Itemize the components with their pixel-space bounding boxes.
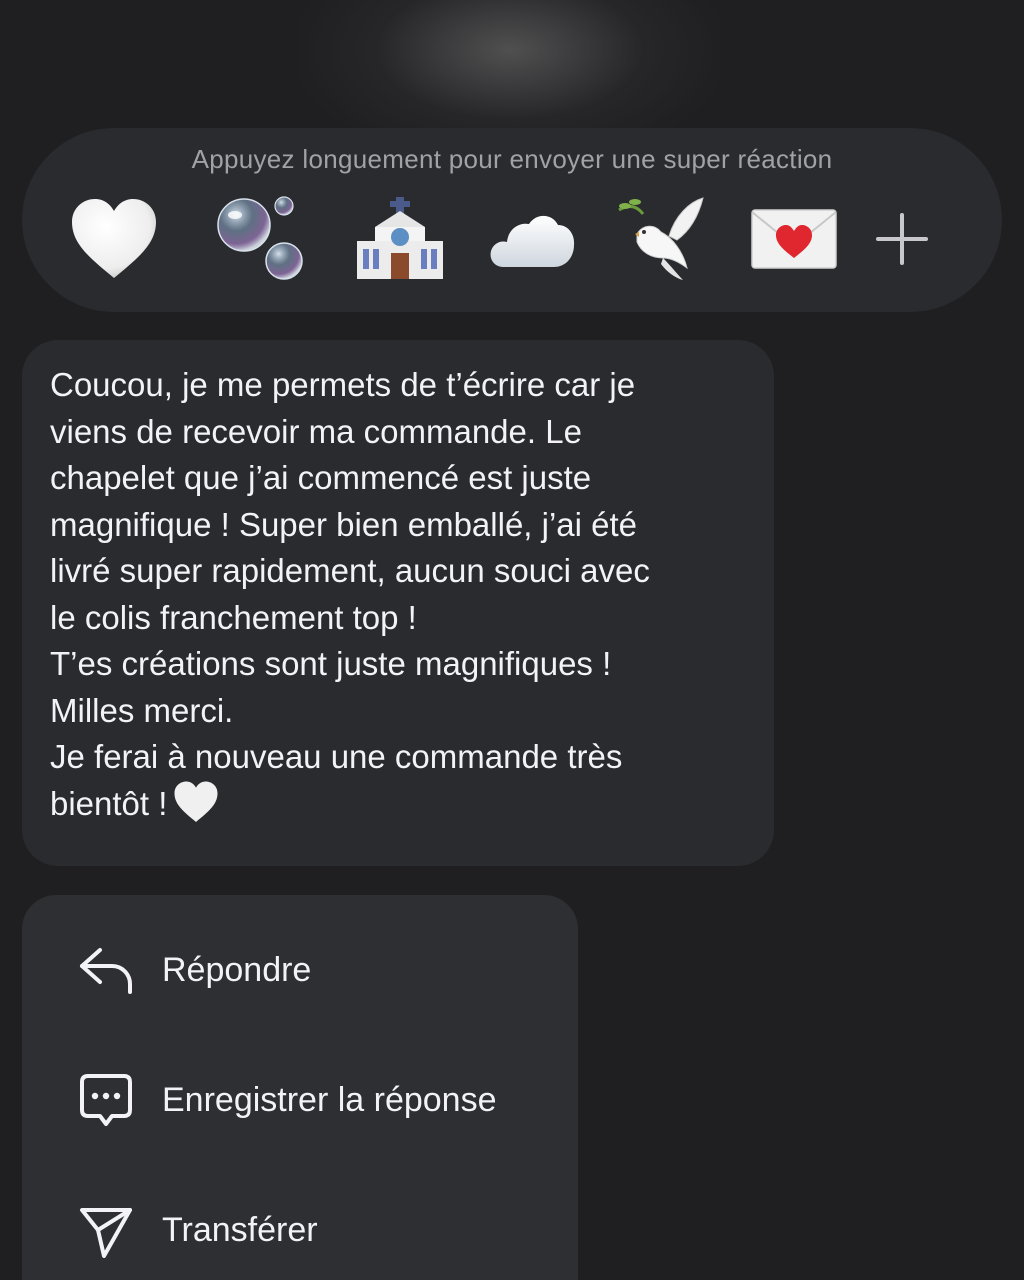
- saved-reply-label: Enregistrer la réponse: [162, 1080, 497, 1119]
- reply-icon: [78, 942, 134, 998]
- forward-menu-item[interactable]: Transférer: [22, 1175, 578, 1280]
- message-bubble[interactable]: Coucou, je me permets de t’écrire car je…: [22, 340, 774, 866]
- saved-reply-menu-item[interactable]: Enregistrer la réponse: [22, 1045, 578, 1155]
- message-text: Coucou, je me permets de t’écrire car je…: [50, 362, 760, 835]
- message-context-screen: Appuyez longuement pour envoyer une supe…: [0, 0, 1024, 1280]
- white-heart-emoji: [173, 781, 219, 836]
- plus-icon[interactable]: [852, 194, 952, 284]
- bubbles-emoji[interactable]: [210, 194, 310, 284]
- reaction-hint: Appuyez longuement pour envoyer une supe…: [191, 144, 833, 174]
- white-heart-emoji[interactable]: [64, 194, 164, 284]
- church-emoji[interactable]: [350, 194, 450, 284]
- saved-reply-icon: [78, 1072, 134, 1128]
- send-icon: [78, 1202, 134, 1258]
- message-body: Coucou, je me permets de t’écrire car je…: [50, 366, 650, 822]
- forward-label: Transférer: [162, 1210, 318, 1249]
- message-action-menu: Répondre Enregistrer la réponse Transfér…: [22, 895, 578, 1280]
- reaction-bar: Appuyez longuement pour envoyer une supe…: [22, 128, 1002, 312]
- cloud-emoji[interactable]: [482, 194, 582, 284]
- reaction-row: [22, 194, 1002, 284]
- love-letter-emoji[interactable]: [744, 194, 844, 284]
- reply-label: Répondre: [162, 950, 312, 989]
- dove-emoji[interactable]: [612, 194, 712, 284]
- reply-menu-item[interactable]: Répondre: [22, 915, 578, 1025]
